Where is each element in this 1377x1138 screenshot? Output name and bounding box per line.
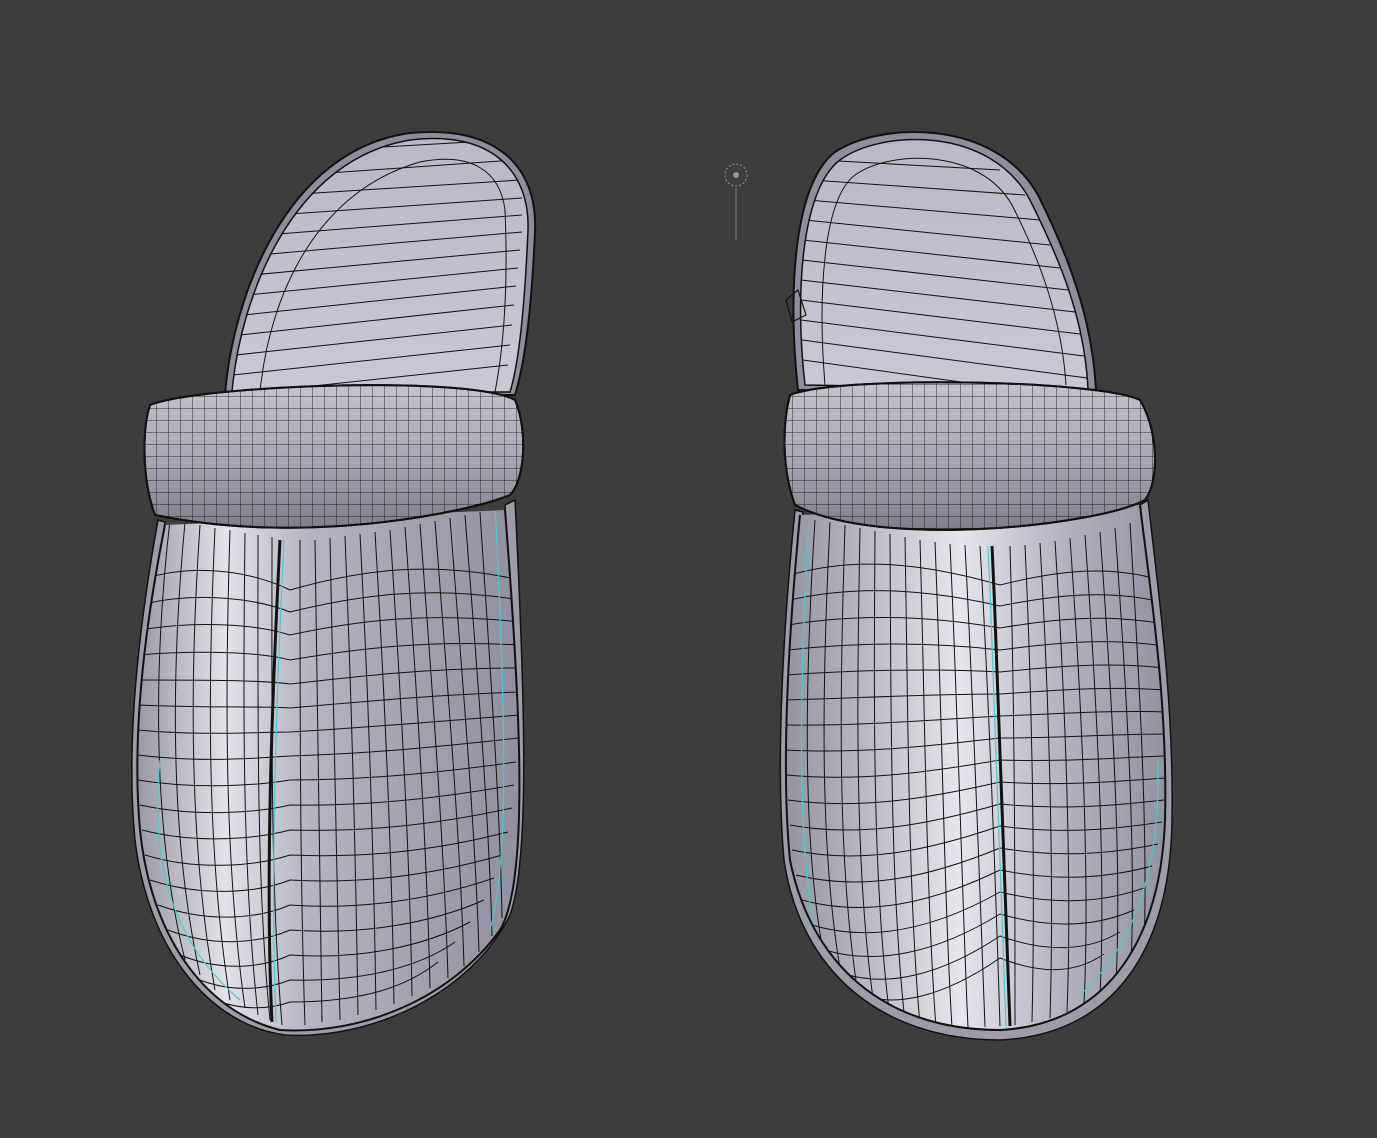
- insole-right: [785, 131, 1098, 394]
- insole-left: [223, 131, 537, 396]
- 3d-viewport[interactable]: [0, 0, 1377, 1138]
- slipper-right[interactable]: [770, 131, 1190, 1055]
- slipper-left[interactable]: [120, 131, 540, 1060]
- toe-cap-left: [137, 510, 520, 1031]
- light-icon[interactable]: [724, 163, 748, 240]
